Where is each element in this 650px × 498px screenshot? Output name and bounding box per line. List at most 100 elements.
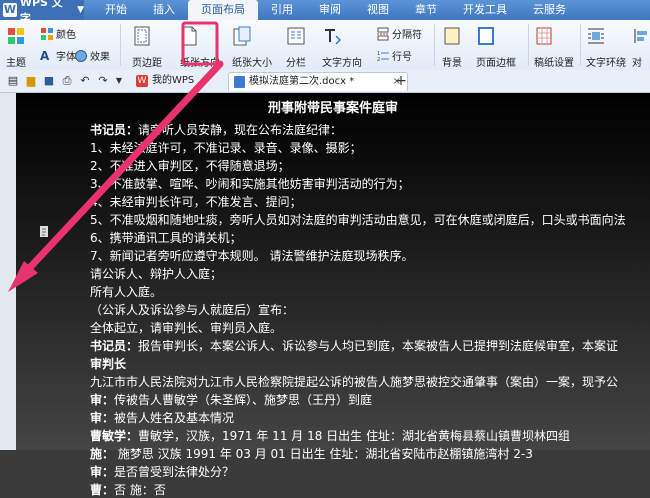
tab-review[interactable]: 审阅 [306, 0, 354, 20]
line-text: 1、未经法庭许可，不准记录、录音、录像、摄影； [90, 141, 362, 155]
text-direction-icon [325, 29, 342, 45]
margins-label[interactable]: 页边距 [132, 54, 162, 69]
left-ruler [0, 93, 16, 450]
redo-icon[interactable]: ↷ [96, 74, 110, 88]
line-text: （公诉人及诉讼参与人就庭后）宣布： [90, 303, 295, 317]
chevron-down-icon[interactable]: ▼ [112, 74, 126, 88]
speaker-label: 曹敏学： [90, 429, 139, 443]
document-page[interactable]: 刑事附带民事案件庭审 书记员：请旁听人员安静，现在公布法庭纪律： 1、未经法庭许可… [16, 93, 650, 497]
document-line: 曹：否 施：否 [90, 481, 166, 498]
line-numbers-button[interactable]: 12 行号 [376, 48, 412, 64]
tab-view[interactable]: 视图 [354, 0, 402, 20]
document-line: 4、未经审判长许可，不准发言、提问； [90, 193, 302, 210]
orientation-button[interactable]: 纸张方向 [180, 26, 220, 69]
line-text: 7、新闻记者旁听应遵守本规则。 请法警维护法庭现场秩序。 [90, 249, 414, 263]
text-wrap-button[interactable]: 文字环绕 [586, 26, 626, 69]
tab-document-label: 模拟法庭第二次.docx * [249, 76, 355, 87]
line-text: 3、不准鼓掌、喧哗、吵闹和实施其他妨害审判活动的行为； [90, 177, 410, 191]
document-line: 所有人入庭。 [90, 283, 162, 300]
document-line: 曹敏学：曹敏学，汉族，1971 年 11 月 18 日出生 住址：湖北省黄梅县蔡… [90, 427, 570, 444]
tab-cloud[interactable]: 云服务 [520, 0, 579, 20]
document-line: 九江市市人民法院对九江市人民检察院提起公诉的被告人施梦思被控交通肇事（案由）一案… [90, 373, 618, 390]
document-line: 7、新闻记者旁听应遵守本规则。 请法警维护法庭现场秩序。 [90, 247, 413, 264]
background-button[interactable]: 背景 [442, 26, 464, 69]
ribbon-separator [580, 24, 581, 66]
colors-button[interactable]: 颜色 [40, 26, 76, 41]
document-icon [234, 76, 245, 88]
document-line: 6、携带通讯工具的请关机； [90, 229, 242, 246]
theme-label: 主题 [6, 58, 26, 69]
text-wrap-label[interactable]: 文字环绕 [586, 54, 626, 69]
document-title: 刑事附带民事案件庭审 [267, 101, 398, 116]
colors-label: 颜色 [56, 30, 76, 41]
document-line: 书记员：报告审判长，本案公诉人、诉讼参与人均已到庭，本案被告人已提押到法庭候审室… [90, 337, 618, 354]
background-icon [444, 27, 460, 45]
breaks-button[interactable]: 分隔符 [376, 26, 422, 41]
ribbon-separator [120, 24, 121, 66]
draft-paper-button[interactable]: 稿纸设置 [534, 26, 574, 69]
speaker-label: 审： [90, 393, 115, 407]
page-break-icon [377, 27, 389, 40]
effects-icon [75, 49, 87, 62]
new-tab-button[interactable]: + [394, 74, 408, 88]
columns-button[interactable]: 分栏 [286, 26, 308, 69]
tab-chapter[interactable]: 章节 [402, 0, 450, 20]
quick-access-toolbar: ▤ ▆ ■ ⎙ ↶ ↷ ▼ W 我的WPS 模拟法庭第二次.docx * × + [0, 70, 650, 93]
document-line: 1、未经法庭许可，不准记录、录音、录像、摄影； [90, 139, 362, 156]
background-label[interactable]: 背景 [442, 54, 462, 69]
paragraph-marker-icon[interactable] [40, 226, 51, 238]
page-border-button[interactable]: 页面边框 [476, 26, 516, 69]
undo-icon[interactable]: ↶ [78, 74, 92, 88]
align-button[interactable]: 对 [632, 26, 650, 69]
line-text: 九江市市人民法院对九江市人民检察院提起公诉的被告人施梦思被控交通肇事（案由）一案… [90, 375, 619, 389]
document-line: （公诉人及诉讼参与人就庭后）宣布： [90, 301, 294, 318]
align-label[interactable]: 对 [632, 54, 642, 69]
chevron-down-icon: ▼ [77, 5, 84, 15]
line-text: 被告人姓名及基本情况 [114, 411, 235, 425]
text-direction-label[interactable]: 文字方向 [322, 54, 362, 69]
line-text: 5、不准吸烟和随地吐痰，旁听人员如对法庭的审判活动由意见，可在休庭或闭庭后，口头… [90, 213, 626, 227]
tab-document[interactable]: 模拟法庭第二次.docx * × [228, 72, 408, 91]
fonts-button[interactable]: A 字体 [40, 48, 76, 64]
open-folder-icon[interactable]: ▆ [24, 74, 38, 88]
theme-button[interactable]: 主题 [6, 26, 28, 69]
save-icon[interactable]: ■ [42, 74, 56, 88]
tab-developer[interactable]: 开发工具 [450, 0, 520, 20]
orientation-label[interactable]: 纸张方向 [180, 54, 220, 69]
print-icon[interactable]: ⎙ [60, 74, 74, 88]
speaker-label: 审判长 [90, 357, 127, 371]
margins-button[interactable]: 页边距 [132, 26, 162, 69]
line-text: 曹敏学，汉族，1971 年 11 月 18 日出生 住址：湖北省黄梅县蔡山镇曹坝… [138, 429, 570, 443]
tab-insert[interactable]: 插入 [140, 0, 188, 20]
document-line: 书记员：请旁听人员安静，现在公布法庭纪律： [90, 121, 342, 138]
text-direction-button[interactable]: 文字方向 [322, 26, 362, 69]
page-border-label[interactable]: 页面边框 [476, 54, 516, 69]
new-document-icon[interactable]: ▤ [6, 74, 20, 88]
size-button[interactable]: 纸张大小 [232, 26, 272, 69]
ribbon: 主题 颜色 A 字体 效果 页边距 纸张方向 纸张大小 分栏 文字方向 分隔符 … [0, 20, 650, 71]
document-line: 审：被告人姓名及基本情况 [90, 409, 234, 426]
columns-icon [287, 27, 305, 45]
effects-button[interactable]: 效果 [74, 48, 110, 63]
speaker-label: 施： [90, 447, 115, 461]
ribbon-separator [528, 24, 529, 66]
align-icon [634, 29, 647, 43]
document-line: 审：传被告人曹敏学（朱圣辉）、施梦思（王丹）到庭 [90, 391, 372, 408]
draft-paper-icon [536, 27, 552, 45]
line-text: 否 施：否 [114, 483, 166, 497]
tab-page-layout[interactable]: 页面布局 [188, 0, 258, 20]
tab-home[interactable]: 开始 [92, 0, 140, 20]
size-label[interactable]: 纸张大小 [232, 54, 272, 69]
document-line: 2、不准进入审判区，不得随意退场； [90, 157, 290, 174]
app-menu-button[interactable]: W WPS 文字 ▼ [0, 0, 84, 25]
line-text: 传被告人曹敏学（朱圣辉）、施梦思（王丹）到庭 [114, 393, 373, 407]
columns-label[interactable]: 分栏 [286, 54, 306, 69]
draft-paper-label[interactable]: 稿纸设置 [534, 54, 574, 69]
svg-text:2: 2 [377, 57, 380, 63]
fonts-label: 字体 [56, 52, 76, 63]
theme-icon [8, 28, 24, 44]
line-numbers-icon: 12 [377, 51, 389, 63]
document-line: 5、不准吸烟和随地吐痰，旁听人员如对法庭的审判活动由意见，可在休庭或闭庭后，口头… [90, 211, 626, 228]
line-text: 全体起立，请审判长、审判员入庭。 [90, 321, 283, 335]
tab-references[interactable]: 引用 [258, 0, 306, 20]
